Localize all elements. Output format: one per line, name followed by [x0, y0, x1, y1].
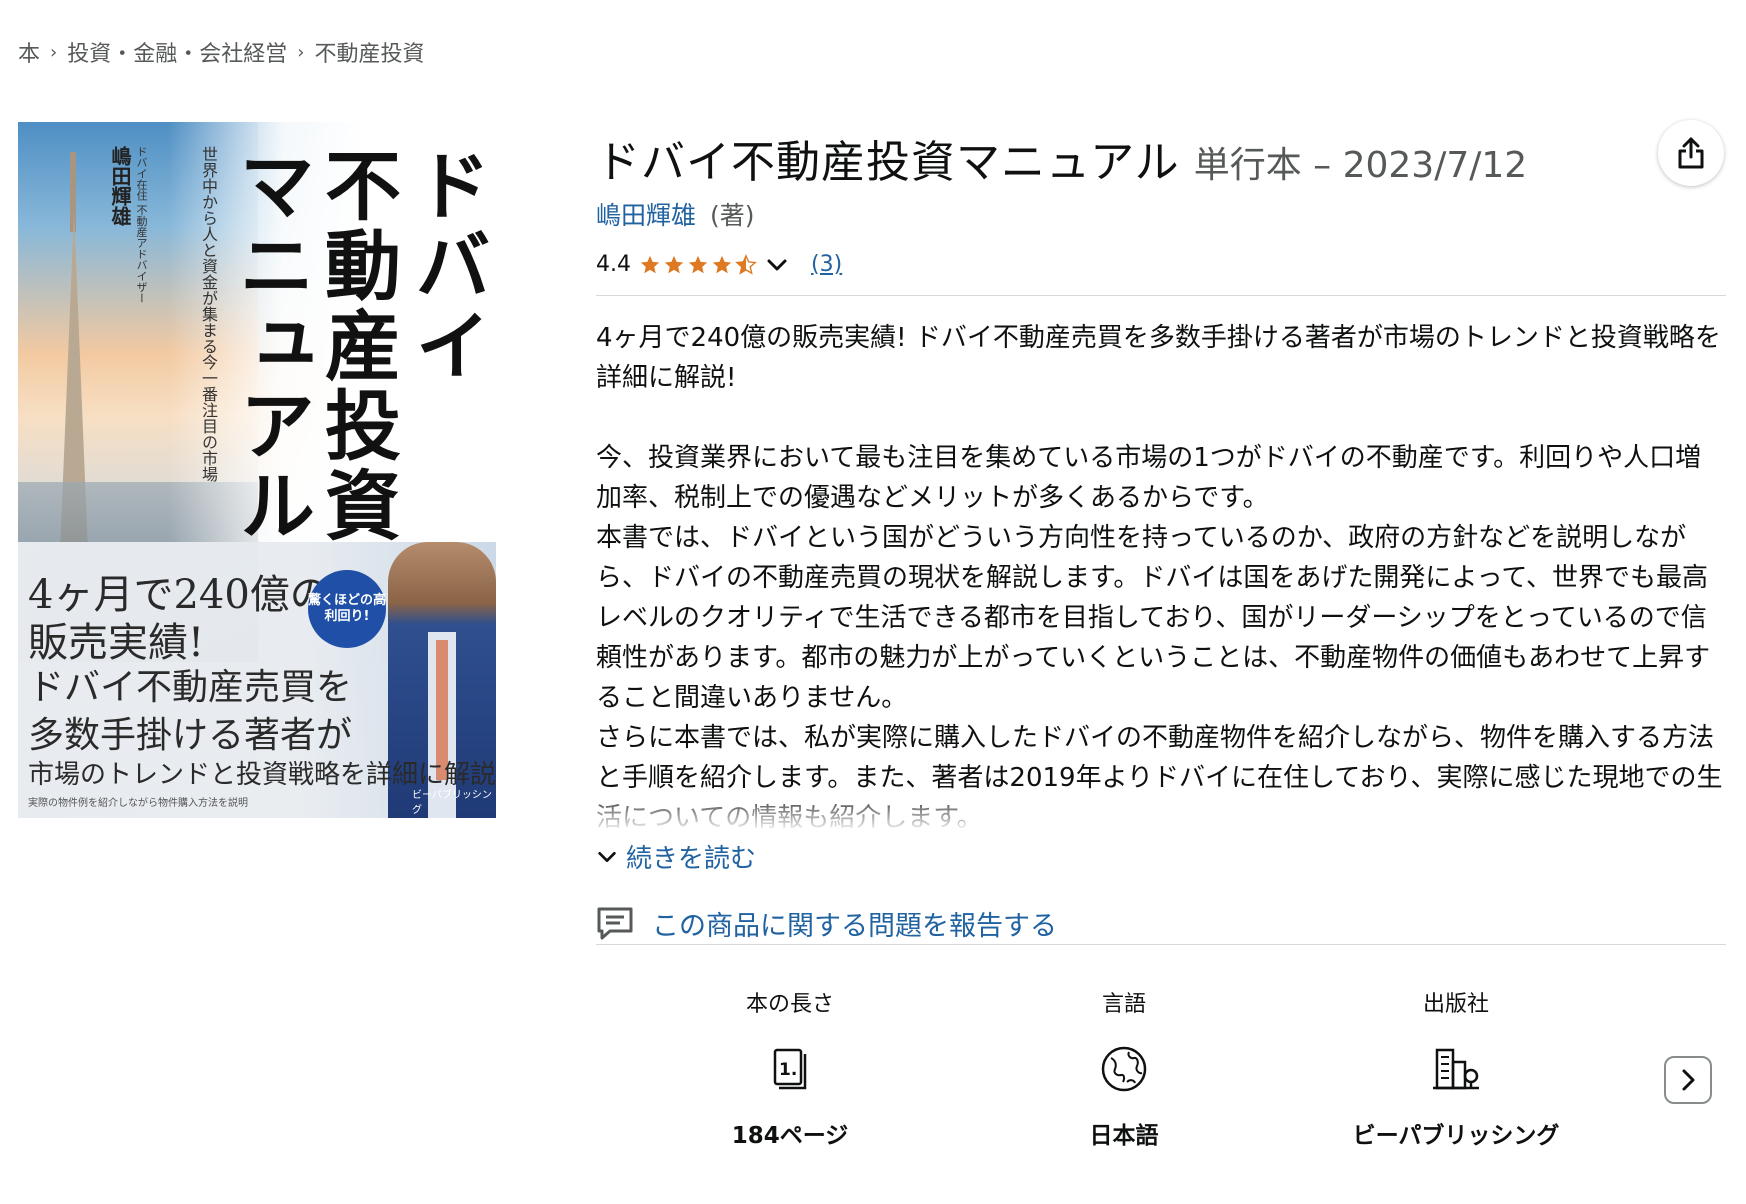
detail-label: 出版社	[1422, 992, 1489, 1017]
cover-title-line-2: 不動産投資	[312, 146, 401, 546]
book-pages-icon: 1.	[773, 1048, 807, 1090]
chevron-right-icon	[1682, 1069, 1695, 1091]
description-paragraph: 本書では、ドバイという国がどういう方向性を持っているのか、政府の方針などを説明し…	[596, 523, 1711, 713]
half-star-icon	[735, 253, 757, 275]
building-icon	[1433, 1048, 1479, 1090]
author-row: 嶋田輝雄 (著)	[596, 196, 754, 232]
cover-title-line-3: マニュアル	[226, 146, 315, 546]
breadcrumb-item-real-estate[interactable]: 不動産投資	[314, 36, 424, 68]
product-title-row: ドバイ不動産投資マニュアル 単行本 – 2023/7/12	[596, 126, 1527, 190]
cover-title-line-1: ドバイ	[402, 146, 491, 386]
review-count-link[interactable]: (3)	[811, 252, 842, 277]
cover-publisher: ビーパブリッシング	[412, 790, 492, 816]
star-icon	[640, 255, 660, 273]
star-icon	[712, 255, 732, 273]
detail-value: 184ページ	[731, 1123, 849, 1149]
chevron-down-icon[interactable]	[765, 253, 789, 277]
divider	[596, 295, 1726, 296]
product-description: 4ヶ月で240億の販売実績! ドバイ不動産売買を多数手掛ける著者が市場のトレンド…	[596, 318, 1726, 828]
divider	[596, 944, 1726, 945]
detail-label: 本の長さ	[745, 992, 834, 1017]
detail-label: 言語	[1101, 992, 1146, 1017]
star-icon	[688, 255, 708, 273]
breadcrumb-item-investment[interactable]: 投資・金融・会社経営	[67, 36, 287, 68]
carousel-next-button[interactable]	[1664, 1056, 1712, 1104]
read-more-link[interactable]: 続きを読む	[596, 838, 756, 875]
detail-publisher: 出版社 ビーパブリッシング	[1346, 986, 1566, 1152]
read-more-label: 続きを読む	[626, 844, 757, 874]
rating-score: 4.4	[596, 252, 631, 277]
share-icon	[1678, 137, 1704, 169]
star-rating[interactable]	[639, 253, 757, 276]
chevron-down-icon	[598, 851, 616, 862]
description-paragraph: 今、投資業界において最も注目を集めている市場の1つがドバイの不動産です。利回りや…	[596, 443, 1702, 513]
svg-text:1.: 1.	[779, 1060, 797, 1080]
description-paragraph: 4ヶ月で240億の販売実績! ドバイ不動産売買を多数手掛ける著者が市場のトレンド…	[596, 323, 1721, 393]
description-fade	[596, 790, 1726, 830]
cover-blurb-3: ドバイ不動産売買を	[28, 667, 353, 708]
breadcrumb-separator-icon: ›	[297, 41, 305, 63]
cover-author-role: ドバイ在住 不動産アドバイザー	[135, 146, 148, 304]
product-format-date: 単行本 – 2023/7/12	[1193, 145, 1528, 186]
cover-badge: 驚くほどの高利回り!	[308, 570, 386, 648]
author-link[interactable]: 嶋田輝雄	[596, 201, 696, 230]
globe-icon	[1101, 1046, 1147, 1092]
cover-subtitle: 世界中から人と資金が集まる今一番注目の市場	[199, 146, 218, 482]
detail-language: 言語 日本語	[1014, 986, 1234, 1152]
book-cover-image[interactable]: ドバイ 不動産投資 マニュアル 世界中から人と資金が集まる今一番注目の市場 ドバ…	[18, 122, 496, 818]
feedback-icon	[597, 907, 633, 939]
details-carousel: 本の長さ 1. 184ページ 言語 日本語 出版社 ビーパブリッシング	[596, 986, 1726, 1186]
detail-print-length: 本の長さ 1. 184ページ	[680, 986, 900, 1152]
share-button[interactable]	[1658, 120, 1724, 186]
cover-blurb-6: 実際の物件例を紹介しながら物件購入方法を説明	[28, 798, 248, 809]
star-icon	[664, 255, 684, 273]
detail-value: ビーパブリッシング	[1352, 1123, 1560, 1149]
cover-author: 嶋田輝雄	[108, 146, 132, 226]
author-role: (著)	[709, 201, 755, 230]
breadcrumb-item-books[interactable]: 本	[18, 36, 40, 68]
rating-row: 4.4 (3)	[596, 252, 842, 277]
breadcrumb-separator-icon: ›	[50, 41, 58, 63]
product-title: ドバイ不動産投資マニュアル	[596, 137, 1180, 188]
detail-value: 日本語	[1089, 1123, 1159, 1149]
report-issue-label: この商品に関する問題を報告する	[652, 911, 1057, 942]
cover-blurb-4: 多数手掛ける著者が	[28, 715, 353, 756]
report-issue-link[interactable]: この商品に関する問題を報告する	[596, 904, 1057, 943]
breadcrumb: 本 › 投資・金融・会社経営 › 不動産投資	[18, 36, 424, 68]
